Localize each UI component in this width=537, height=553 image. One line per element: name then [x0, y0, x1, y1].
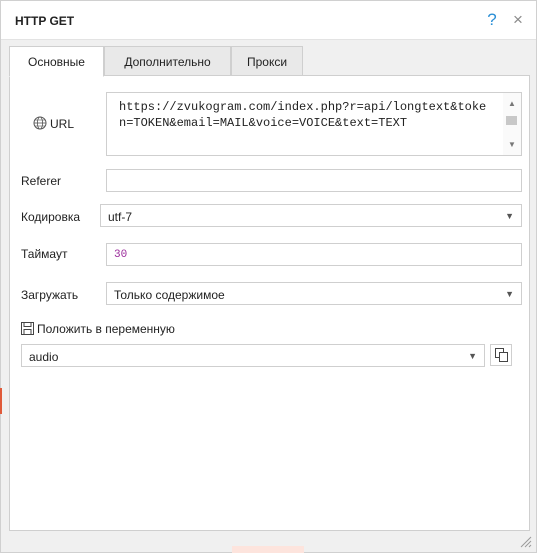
resize-grip-icon[interactable]	[518, 534, 532, 548]
tab-main[interactable]: Основные	[9, 46, 104, 77]
referer-input[interactable]	[106, 169, 522, 192]
chevron-down-icon: ▼	[468, 351, 477, 361]
http-get-dialog: HTTP GET ? × Основные Дополнительно Прок…	[0, 0, 537, 553]
encoding-select[interactable]: utf-7 ▼	[100, 204, 522, 227]
url-value: https://zvukogram.com/index.php?r=api/lo…	[119, 100, 487, 130]
save-variable-label: Положить в переменную	[37, 322, 175, 336]
load-label: Загружать	[21, 288, 79, 302]
load-select[interactable]: Только содержимое ▼	[106, 282, 522, 305]
variable-select[interactable]: audio ▼	[21, 344, 485, 367]
url-label: URL	[50, 117, 75, 131]
timeout-input[interactable]: 30	[106, 243, 522, 266]
help-button[interactable]: ?	[483, 9, 501, 31]
edge-marker	[0, 388, 2, 414]
globe-icon	[33, 116, 47, 130]
copy-button[interactable]	[490, 344, 512, 366]
dialog-title: HTTP GET	[15, 14, 75, 28]
tab-proxy[interactable]: Прокси	[231, 46, 303, 76]
timeout-label: Таймаут	[21, 247, 68, 261]
url-scrollbar[interactable]: ▲ ▼	[503, 93, 521, 155]
scroll-down-arrow-icon[interactable]: ▼	[508, 140, 516, 149]
load-value: Только содержимое	[114, 288, 225, 302]
scroll-thumb[interactable]	[506, 116, 517, 125]
save-icon	[21, 322, 34, 335]
tab-additional[interactable]: Дополнительно	[104, 46, 231, 76]
encoding-label: Кодировка	[21, 210, 81, 224]
url-textarea[interactable]: https://zvukogram.com/index.php?r=api/lo…	[106, 92, 522, 156]
encoding-value: utf-7	[108, 210, 133, 224]
main-panel: URL https://zvukogram.com/index.php?r=ap…	[9, 75, 530, 531]
chevron-down-icon: ▼	[505, 289, 514, 299]
title-bar: HTTP GET ? ×	[1, 1, 536, 40]
referer-label: Referer	[21, 174, 62, 188]
timeout-value: 30	[114, 249, 128, 261]
chevron-down-icon: ▼	[505, 211, 514, 221]
background-hint	[232, 546, 304, 553]
variable-value: audio	[29, 350, 59, 364]
scroll-up-arrow-icon[interactable]: ▲	[508, 99, 516, 108]
copy-icon	[495, 348, 508, 362]
close-button[interactable]: ×	[509, 9, 527, 31]
